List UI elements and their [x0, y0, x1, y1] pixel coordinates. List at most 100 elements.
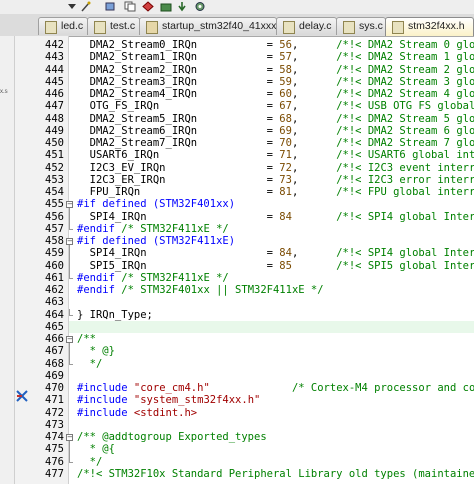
code-token: "system_stm32f4xx.h"	[133, 394, 261, 407]
code-line[interactable]: DMA2_Stream3_IRQn = 59, /*!< DMA2 Stream…	[77, 76, 474, 88]
code-token: I2C3_ER_IRQn =	[77, 173, 280, 186]
line-number: 449	[45, 124, 64, 137]
code-token: /*!< DMA2 Stream 0 global Interrupt	[336, 39, 474, 51]
code-line[interactable]: #include "core_cm4.h" /* Cortex-M4 proce…	[77, 382, 474, 394]
code-line[interactable]: #include <stdint.h>	[77, 407, 474, 419]
code-editor[interactable]: DMA2_Stream0_IRQn = 56, /*!< DMA2 Stream…	[69, 36, 474, 484]
code-line[interactable]: /** @addtogroup Exported_types	[77, 431, 474, 443]
line-number: 476	[45, 455, 64, 468]
code-token: /*!< I2C3 event interrupt	[336, 161, 474, 174]
code-line[interactable]	[77, 419, 474, 431]
code-line[interactable]: DMA2_Stream2_IRQn = 58, /*!< DMA2 Stream…	[77, 64, 474, 76]
code-token: #if defined (STM32F411xE)	[77, 235, 236, 247]
code-line[interactable]: #include "system_stm32f4xx.h"	[77, 394, 474, 406]
code-token: FPU_IRQn =	[77, 186, 280, 198]
code-line[interactable]: SPI4_IRQn = 84 /*!< SPI4 global Interrup…	[77, 211, 474, 223]
code-line[interactable]: SPI4_IRQn = 84, /*!< SPI4 global Interru…	[77, 247, 474, 259]
code-token: /*!< I2C3 error interrupt	[336, 173, 474, 186]
code-token: /*!< DMA2 Stream 3 global Interrupt	[336, 75, 474, 88]
code-token: DMA2_Stream3_IRQn =	[77, 75, 280, 88]
code-line[interactable]: DMA2_Stream6_IRQn = 69, /*!< DMA2 Stream…	[77, 125, 474, 137]
code-token: USART6_IRQn =	[77, 149, 280, 162]
line-number: 455	[45, 198, 64, 211]
code-token: #endif	[77, 222, 122, 235]
code-token: 68	[279, 112, 292, 125]
dropdown-arrow-icon[interactable]	[66, 1, 78, 12]
code-line[interactable]: #endif /* STM32F401xx || STM32F411xE */	[77, 284, 474, 296]
line-number: 461	[45, 271, 64, 284]
diamond-icon[interactable]	[142, 1, 154, 12]
code-token: 71	[279, 149, 292, 162]
code-token: 73	[279, 173, 292, 186]
code-line[interactable]: * @{	[77, 443, 474, 455]
code-line[interactable]: /*!< STM32F10x Standard Peripheral Libra…	[77, 468, 474, 480]
code-token: 57	[279, 51, 292, 64]
code-line[interactable]: } IRQn_Type;	[77, 309, 474, 321]
line-number: 468	[45, 357, 64, 370]
line-number: 472	[45, 406, 64, 419]
code-line[interactable]: OTG_FS_IRQn = 67, /*!< USB OTG FS global…	[77, 100, 474, 112]
code-line[interactable]: #endif /* STM32F411xE */	[77, 272, 474, 284]
c-file-icon	[94, 21, 106, 34]
c-file-icon	[283, 21, 295, 34]
tab-test-c[interactable]: test.c	[87, 17, 140, 35]
code-line[interactable]: DMA2_Stream7_IRQn = 70, /*!< DMA2 Stream…	[77, 137, 474, 149]
code-token: 56	[279, 39, 292, 51]
code-line[interactable]: USART6_IRQn = 71, /*!< USART6 global int…	[77, 149, 474, 161]
code-line[interactable]: /**	[77, 333, 474, 345]
tab-sys-c[interactable]: sys.c	[336, 17, 386, 35]
tab-label: stm32f4xx.h	[408, 20, 465, 32]
code-token: ,	[291, 100, 337, 113]
code-line[interactable]: #if defined (STM32F411xE)	[77, 235, 474, 247]
code-line[interactable]: SPI5_IRQn = 85 /*!< SPI5 global Interrup…	[77, 260, 474, 272]
code-token: /*!< DMA2 Stream 6 global interrupt	[336, 124, 474, 137]
code-line[interactable]: #endif /* STM32F411xE */	[77, 223, 474, 235]
line-number: 445	[45, 75, 64, 88]
project-panel-edge: x.s	[0, 36, 15, 484]
line-number: 443	[45, 51, 64, 64]
code-token: * @}	[77, 345, 115, 358]
code-line[interactable]: I2C3_ER_IRQn = 73, /*!< I2C3 error inter…	[77, 174, 474, 186]
code-line[interactable]: FPU_IRQn = 81, /*!< FPU global interrupt	[77, 186, 474, 198]
code-line[interactable]: */	[77, 358, 474, 370]
code-token: /* STM32F411xE */	[121, 222, 229, 235]
line-number: 456	[45, 210, 64, 223]
line-number: 470	[45, 382, 64, 394]
code-token: OTG_FS_IRQn =	[77, 100, 280, 113]
code-line[interactable]	[77, 370, 474, 382]
project-panel-text: x.s	[0, 89, 8, 95]
code-line[interactable]: DMA2_Stream5_IRQn = 68, /*!< DMA2 Stream…	[77, 113, 474, 125]
code-token: ,	[291, 186, 337, 198]
code-line[interactable]: * @}	[77, 345, 474, 357]
code-line[interactable]: DMA2_Stream0_IRQn = 56, /*!< DMA2 Stream…	[77, 39, 474, 51]
current-code-line[interactable]	[77, 320, 474, 333]
code-token: /*!< STM32F10x Standard Peripheral Libra…	[77, 467, 474, 480]
code-line[interactable]: DMA2_Stream1_IRQn = 57, /*!< DMA2 Stream…	[77, 51, 474, 63]
code-token: /* STM32F401xx || STM32F411xE */	[121, 284, 324, 296]
tab-startup-stm32f40-41xxx-s[interactable]: startup_stm32f40_41xxx.s	[139, 17, 277, 35]
tab-led-c[interactable]: led.c	[38, 17, 88, 35]
settings-icon[interactable]	[194, 1, 206, 12]
code-token: 84	[279, 247, 292, 260]
code-token: /* Cortex-M4 processor and core peripher…	[291, 382, 474, 394]
code-token: DMA2_Stream1_IRQn =	[77, 51, 280, 64]
tab-stm32f4xx-h[interactable]: stm32f4xx.h	[385, 17, 474, 36]
download-arrow-icon[interactable]	[176, 1, 188, 12]
code-line[interactable]: */	[77, 456, 474, 468]
code-line[interactable]: DMA2_Stream4_IRQn = 60, /*!< DMA2 Stream…	[77, 88, 474, 100]
tab-delay-c[interactable]: delay.c	[276, 17, 337, 35]
line-number: 453	[45, 173, 64, 186]
line-number: 463	[45, 296, 64, 309]
code-token: ,	[291, 39, 337, 51]
code-token: /*!< DMA2 Stream 7 global interrupt	[336, 137, 474, 149]
code-token: ,	[291, 124, 337, 137]
copy-icon[interactable]	[124, 1, 136, 12]
wizard-icon[interactable]	[80, 1, 92, 12]
line-number: 466	[45, 333, 64, 345]
code-line[interactable]: I2C3_EV_IRQn = 72, /*!< I2C3 event inter…	[77, 162, 474, 174]
code-line[interactable]: #if defined (STM32F401xx)	[77, 198, 474, 210]
toolbox-icon[interactable]	[160, 1, 172, 12]
build-icon[interactable]	[104, 1, 116, 12]
code-line[interactable]	[77, 296, 474, 308]
